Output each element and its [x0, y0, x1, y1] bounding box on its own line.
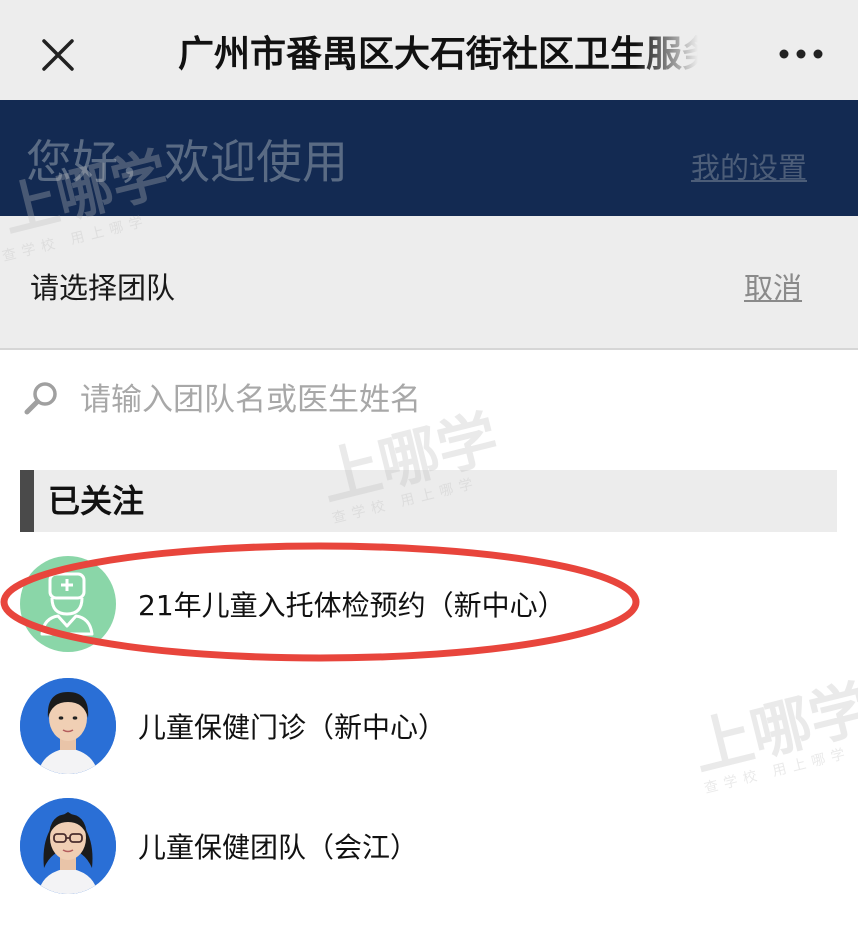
- close-icon[interactable]: [38, 35, 78, 75]
- doctor-photo-glasses: [20, 798, 116, 894]
- select-team-label: 请选择团队: [30, 271, 176, 305]
- section-accent-bar: [20, 470, 34, 532]
- team-name: 21年儿童入托体检预约（新中心）: [138, 589, 566, 622]
- team-name: 儿童保健团队（会江）: [138, 831, 419, 864]
- cancel-button[interactable]: 取消: [744, 268, 802, 308]
- team-name: 儿童保健门诊（新中心）: [138, 711, 447, 744]
- my-settings-link[interactable]: 我的设置: [691, 148, 807, 188]
- doctor-default-icon: [20, 556, 116, 652]
- page-title: 广州市番禺区大石街社区卫生服务: [178, 34, 698, 75]
- followed-section-title: 已关注: [48, 482, 145, 520]
- welcome-greeting: 您好，欢迎使用: [26, 135, 348, 189]
- search-input[interactable]: [70, 372, 850, 428]
- team-list-item[interactable]: 儿童保健团队（会江）: [0, 792, 858, 902]
- team-list-item[interactable]: 21年儿童入托体检预约（新中心）: [0, 550, 858, 660]
- team-list-item[interactable]: 儿童保健门诊（新中心）: [0, 672, 858, 782]
- search-icon: [24, 382, 57, 415]
- doctor-photo: [20, 678, 116, 774]
- more-dots-icon[interactable]: [778, 44, 824, 64]
